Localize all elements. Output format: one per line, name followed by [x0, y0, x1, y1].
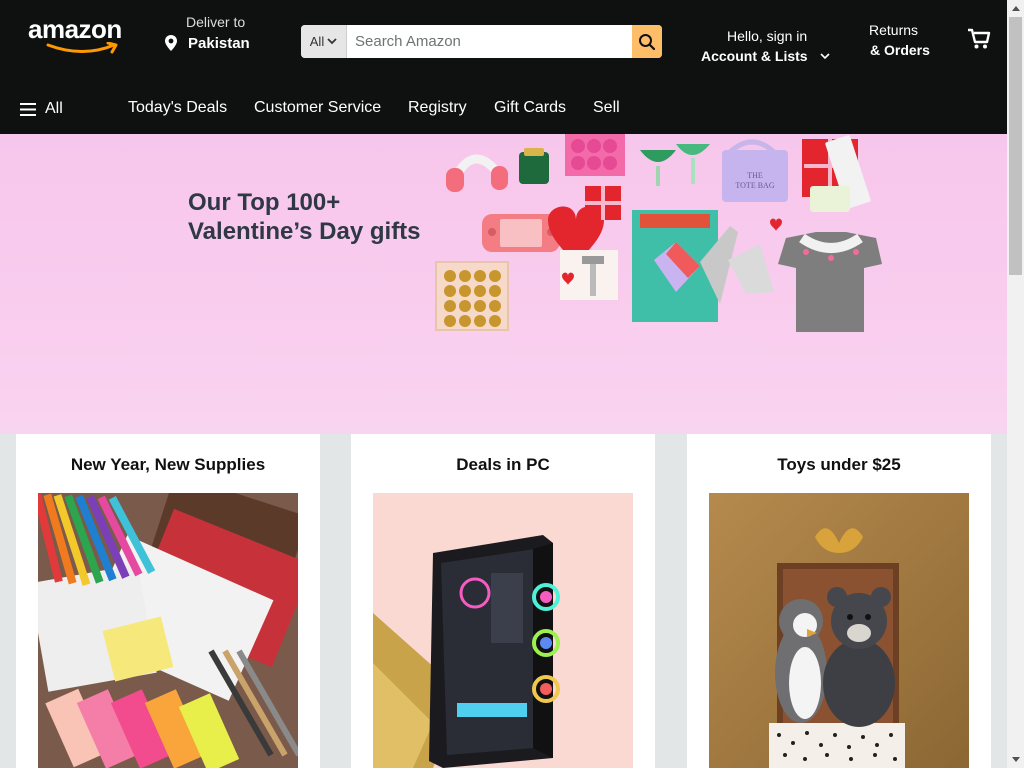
account-greeting: Hello, sign in: [727, 28, 808, 44]
scroll-down-arrow[interactable]: [1007, 751, 1024, 768]
triangle-up-icon: [1011, 6, 1020, 11]
account-lists-label: Account & Lists: [701, 48, 808, 64]
cart-icon: [968, 28, 991, 49]
cart-button[interactable]: [967, 28, 993, 52]
card-deals-in-pc[interactable]: Deals in PC: [351, 434, 655, 768]
secondary-nav-bar: All Today's Deals Customer Service Regis…: [0, 84, 1007, 134]
chevron-down-icon: [820, 53, 830, 60]
svg-text:TOTE BAG: TOTE BAG: [735, 181, 774, 190]
nav-link-sell[interactable]: Sell: [593, 99, 620, 117]
office-supplies-image: [38, 493, 298, 768]
coupe-glasses-image: [640, 144, 710, 186]
search-category-label: All: [309, 34, 325, 49]
deliver-to-location: Pakistan: [188, 35, 250, 52]
orders-label: & Orders: [870, 42, 930, 58]
search-input[interactable]: [347, 25, 632, 58]
nav-link-registry[interactable]: Registry: [408, 99, 467, 117]
card-title: Deals in PC: [456, 455, 550, 474]
returns-orders-link[interactable]: Returns & Orders: [869, 22, 949, 62]
top-nav-bar: amazon Deliver to Pakistan All He: [0, 0, 1007, 84]
roses-box-image: [565, 134, 625, 176]
amazon-logo[interactable]: amazon: [26, 14, 126, 54]
all-menu-label: All: [45, 100, 63, 117]
deliver-to-label: Deliver to: [186, 14, 246, 30]
card-image-gaming-pc[interactable]: [373, 493, 633, 768]
plush-toys-image: [709, 493, 969, 768]
account-lists-menu[interactable]: Hello, sign in Account & Lists: [700, 28, 840, 68]
search-icon: [639, 33, 656, 50]
scroll-up-arrow[interactable]: [1007, 0, 1024, 17]
headphones-image: [446, 154, 508, 192]
small-gift-image: [585, 186, 621, 220]
svg-text:THE: THE: [747, 171, 763, 180]
nav-link-customer-service[interactable]: Customer Service: [254, 99, 381, 117]
gaming-pc-image: [373, 493, 633, 768]
smile-arrow-icon: [46, 42, 118, 54]
sweater-image: [778, 232, 882, 332]
hero-title: Our Top 100+ Valentine’s Day gifts: [188, 188, 421, 246]
chevron-down-icon: [327, 38, 337, 45]
all-menu-button[interactable]: All: [20, 98, 63, 120]
scrollbar-thumb[interactable]: [1009, 17, 1022, 275]
card-title: New Year, New Supplies: [70, 455, 266, 474]
nav-link-todays-deals[interactable]: Today's Deals: [128, 99, 227, 117]
page-scrollbar[interactable]: [1007, 0, 1024, 768]
logo-text: amazon: [28, 14, 122, 44]
hero-banner[interactable]: Our Top 100+ Valentine’s Day gifts THE T…: [0, 134, 1007, 434]
search-bar: All: [301, 25, 662, 58]
cream-jar-image: [810, 186, 850, 212]
hero-title-line1: Our Top 100+: [188, 189, 341, 216]
candle-image: [519, 148, 549, 184]
card-image-plush-toys[interactable]: [709, 493, 969, 768]
hero-title-line2: Valentine’s Day gifts: [188, 218, 421, 245]
card-toys-under-25[interactable]: Toys under $25: [687, 434, 991, 768]
hamburger-menu-icon: [20, 102, 36, 116]
card-title: Toys under $25: [777, 455, 901, 474]
search-button[interactable]: [632, 25, 662, 58]
chocolate-box-image: [435, 261, 509, 331]
card-new-year-supplies[interactable]: New Year, New Supplies: [16, 434, 320, 768]
triangle-down-icon: [1011, 757, 1020, 762]
nav-link-gift-cards[interactable]: Gift Cards: [494, 99, 566, 117]
heart-decoration: [770, 218, 782, 231]
location-pin-icon: [165, 35, 177, 51]
tote-bag-image: THE TOTE BAG: [722, 139, 788, 202]
returns-label: Returns: [869, 22, 919, 38]
search-category-dropdown[interactable]: All: [301, 25, 347, 58]
hero-gift-collage-image: THE TOTE BAG: [435, 134, 882, 332]
deliver-to-selector[interactable]: Deliver to Pakistan: [164, 14, 264, 58]
card-image-office-supplies[interactable]: [38, 493, 298, 768]
